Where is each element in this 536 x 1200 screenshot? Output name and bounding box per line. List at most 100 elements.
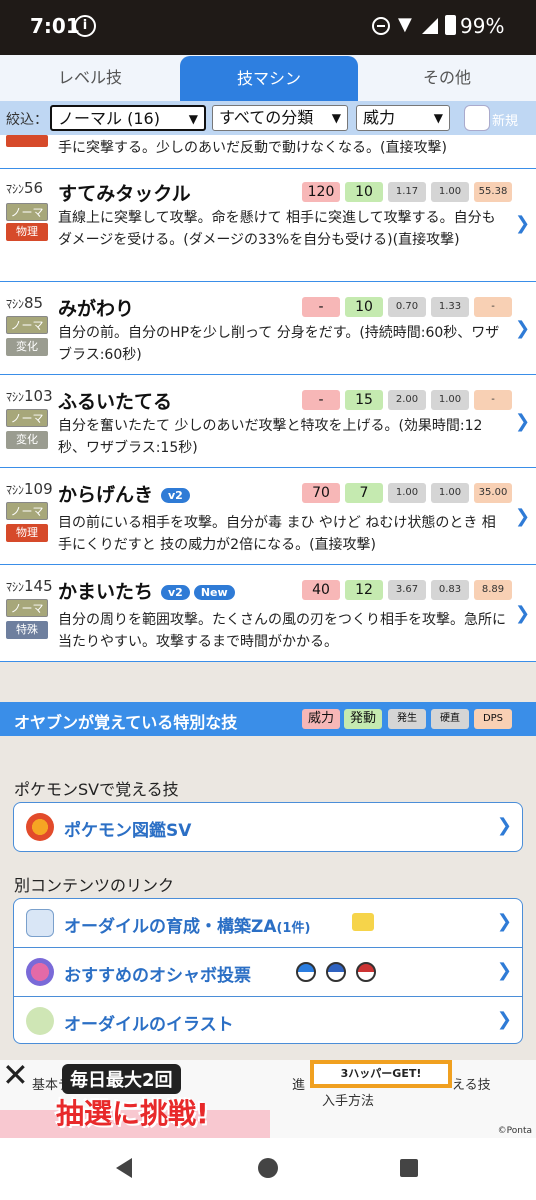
move-name: みがわり bbox=[58, 298, 135, 320]
dps-value: 35.00 bbox=[474, 483, 512, 503]
links-box: オーダイルの育成・構築ZA(1件) ❯ おすすめのオシャボ投票 ❯ オーダイルの… bbox=[13, 898, 523, 1044]
tab-tm-moves[interactable]: 技マシン bbox=[180, 56, 358, 102]
ad-get-badge: 3ハッパーGET! bbox=[310, 1060, 452, 1088]
chevron-right-icon: ❯ bbox=[515, 506, 531, 527]
category-filter-select[interactable]: すべての分類 ▼ bbox=[212, 105, 348, 131]
recovery-value: 0.83 bbox=[431, 580, 469, 600]
tab-other[interactable]: その他 bbox=[358, 55, 536, 101]
recovery-value: 1.00 bbox=[431, 182, 469, 202]
move-description: 自分を奮いたたて 少しのあいだ攻撃と特攻を上げる。(効果時間:12秒、ワザブラス… bbox=[58, 418, 483, 456]
machine-number: ﾏｼﾝ56 bbox=[6, 179, 44, 197]
machine-number: ﾏｼﾝ109 bbox=[6, 480, 53, 498]
type-badge: ノーマル bbox=[6, 502, 48, 536]
new-sticker-icon bbox=[352, 913, 374, 931]
chevron-right-icon: ❯ bbox=[496, 815, 512, 836]
illustration-icon bbox=[26, 1007, 54, 1035]
move-name: からげんき v2 bbox=[58, 480, 190, 507]
activation-value: 7 bbox=[345, 483, 383, 503]
legend-recovery: 硬直 bbox=[431, 709, 469, 729]
ad-bg-nav-4: える技 bbox=[452, 1078, 491, 1093]
legend-power: 威力 bbox=[302, 709, 340, 729]
ultra-ball-icon bbox=[326, 962, 346, 982]
tab-level-moves[interactable]: レベル技 bbox=[0, 55, 180, 101]
startup-value: 2.00 bbox=[388, 390, 426, 410]
signal-icon bbox=[422, 18, 438, 34]
category-badge bbox=[6, 135, 48, 147]
startup-value: 1.00 bbox=[388, 483, 426, 503]
type-filter-select[interactable]: ノーマル (16) ▼ bbox=[50, 105, 206, 131]
chevron-down-icon: ▼ bbox=[331, 111, 341, 125]
sv-logo-icon bbox=[26, 813, 54, 841]
home-icon[interactable] bbox=[258, 1158, 278, 1178]
move-row-partial[interactable]: 手に突撃する。少しのあいだ反動で動けなくなる。(直接攻撃) bbox=[0, 135, 536, 169]
link-training-build[interactable]: オーダイルの育成・構築ZA(1件) ❯ bbox=[14, 899, 522, 947]
machine-number: ﾏｼﾝ145 bbox=[6, 577, 53, 595]
ad-banner[interactable]: 基本デー 進 入手方法 える技 毎日最大2回 抽選に挑戦! 3ハッパーGET! … bbox=[0, 1060, 536, 1138]
startup-value: 3.67 bbox=[388, 580, 426, 600]
move-row[interactable]: ﾏｼﾝ103 ノーマル 変化 ふるいたてる - 15 2.00 1.00 - 自… bbox=[0, 375, 536, 468]
move-name: すてみタックル bbox=[58, 183, 191, 205]
dps-value: 8.89 bbox=[474, 580, 512, 600]
ad-copyright: ©Ponta bbox=[497, 1126, 532, 1136]
activation-value: 12 bbox=[345, 580, 383, 600]
links-heading: 別コンテンツのリンク bbox=[14, 876, 175, 895]
link-illustration[interactable]: オーダイルのイラスト ❯ bbox=[14, 997, 522, 1045]
power-value: 70 bbox=[302, 483, 340, 503]
section-gap bbox=[0, 662, 536, 702]
activation-value: 15 bbox=[345, 390, 383, 410]
dps-value: - bbox=[474, 390, 512, 410]
filter-bar: 絞込： ノーマル (16) ▼ すべての分類 ▼ 威力 ▼ 新規 bbox=[0, 101, 536, 135]
link-ball-vote[interactable]: おすすめのオシャボ投票 ❯ bbox=[14, 948, 522, 996]
chevron-right-icon: ❯ bbox=[496, 1009, 512, 1030]
type-badge: ノーマル bbox=[6, 316, 48, 350]
pokedex-sv-link[interactable]: ポケモン図鑑SV ❯ bbox=[14, 803, 522, 851]
sort-select[interactable]: 威力 ▼ bbox=[356, 105, 450, 131]
link-label: おすすめのオシャボ投票 bbox=[64, 966, 251, 986]
move-description: 直線上に突撃して攻撃。命を懸けて 相手に突進して攻撃する。自分もダメージを受ける… bbox=[58, 210, 496, 248]
do-not-disturb-icon bbox=[372, 17, 390, 35]
move-row[interactable]: ﾏｼﾝ56 ノーマル 物理 すてみタックル 120 10 1.17 1.00 5… bbox=[0, 169, 536, 282]
power-value: - bbox=[302, 297, 340, 317]
special-moves-header: オヤブンが覚えている特別な技 威力 発動 発生 硬直 DPS bbox=[0, 702, 536, 736]
new-label: 新規 bbox=[492, 114, 519, 129]
battery-icon bbox=[445, 15, 456, 35]
move-tabs: レベル技 技マシン その他 bbox=[0, 55, 536, 102]
category-badge: 変化 bbox=[6, 338, 48, 356]
ad-bg-nav-2: 進 bbox=[292, 1078, 306, 1093]
back-icon[interactable] bbox=[116, 1158, 132, 1178]
move-description: 自分の周りを範囲攻撃。たくさんの風の刃をつくり相手を攻撃。急所に当たりやすい。攻… bbox=[58, 612, 506, 650]
v2-badge: v2 bbox=[161, 585, 190, 600]
move-row[interactable]: ﾏｼﾝ109 ノーマル 物理 からげんき v2 70 7 1.00 1.00 35… bbox=[0, 468, 536, 565]
chevron-right-icon: ❯ bbox=[496, 960, 512, 981]
power-value: 40 bbox=[302, 580, 340, 600]
category-badge: 物理 bbox=[6, 524, 48, 542]
document-edit-icon bbox=[26, 909, 54, 937]
category-badge: 変化 bbox=[6, 431, 48, 449]
activation-value: 10 bbox=[345, 182, 383, 202]
ad-bg-nav-3: 入手方法 bbox=[322, 1094, 375, 1109]
legend-startup: 発生 bbox=[388, 709, 426, 729]
section-title: オヤブンが覚えている特別な技 bbox=[14, 713, 238, 732]
move-name-text: からげんき bbox=[58, 484, 154, 506]
filter-label: 絞込： bbox=[6, 112, 48, 128]
recovery-value: 1.33 bbox=[431, 297, 469, 317]
category-badge: 物理 bbox=[6, 223, 48, 241]
balls-icon bbox=[26, 958, 54, 986]
recovery-value: 1.00 bbox=[431, 483, 469, 503]
new-checkbox[interactable] bbox=[464, 105, 490, 131]
recovery-value: 1.00 bbox=[431, 390, 469, 410]
type-badge: ノーマル bbox=[6, 409, 48, 443]
move-name-text: かまいたち bbox=[58, 581, 154, 603]
recent-apps-icon[interactable] bbox=[400, 1159, 418, 1177]
great-ball-icon bbox=[296, 962, 316, 982]
startup-value: 0.70 bbox=[388, 297, 426, 317]
activation-value: 10 bbox=[345, 297, 383, 317]
close-icon[interactable]: ✕ bbox=[2, 1060, 29, 1094]
move-row[interactable]: ﾏｼﾝ85 ノーマル 変化 みがわり - 10 0.70 1.33 - 自分の前… bbox=[0, 282, 536, 375]
legend-activation: 発動 bbox=[344, 709, 382, 729]
move-row[interactable]: ﾏｼﾝ145 ノーマル 特殊 かまいたち v2New 40 12 3.67 0.8… bbox=[0, 565, 536, 662]
chevron-down-icon: ▼ bbox=[433, 111, 443, 125]
ad-promo-text: 毎日最大2回 bbox=[62, 1064, 181, 1094]
power-value: - bbox=[302, 390, 340, 410]
clock: 7:01 bbox=[30, 14, 80, 38]
